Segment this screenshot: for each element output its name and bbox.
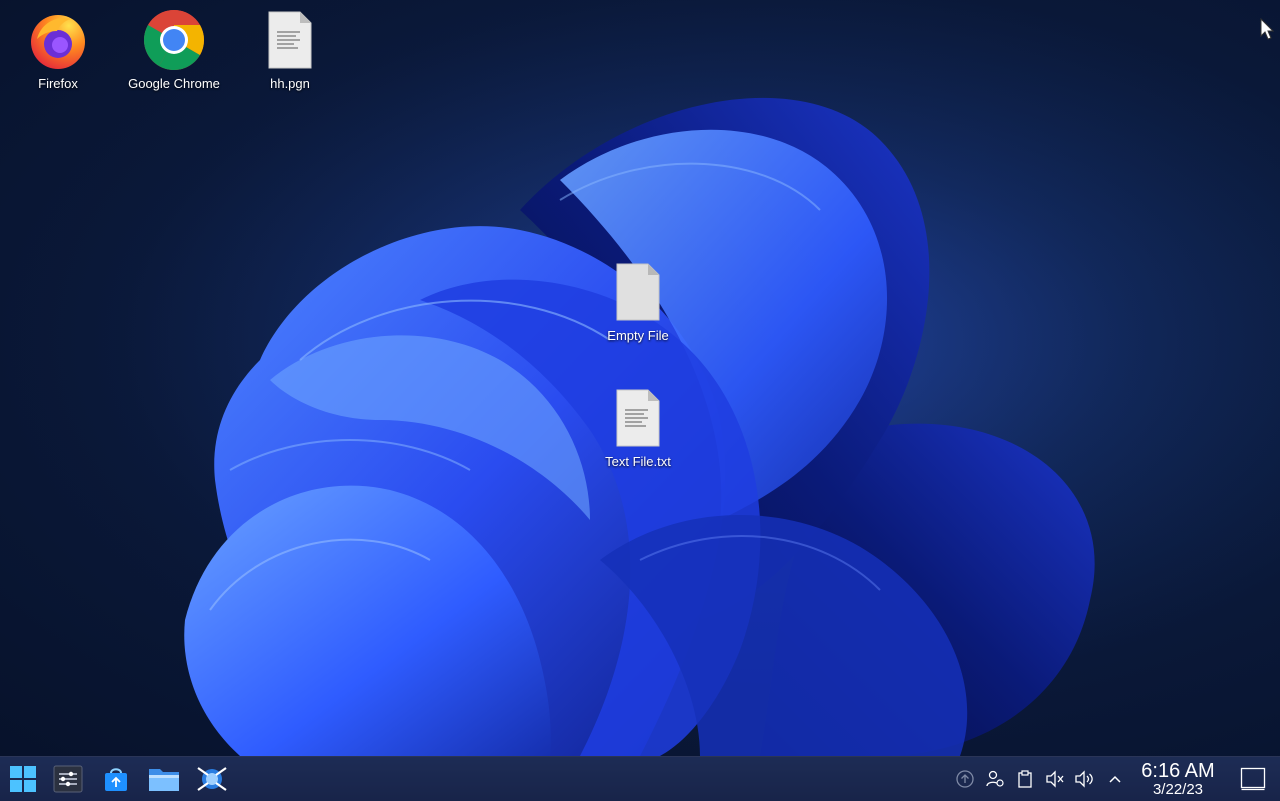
taskbar: 6:16 AM 3/22/23 bbox=[0, 756, 1280, 801]
firefox-icon bbox=[26, 8, 90, 72]
desktop-icon-empty-file[interactable]: Empty File bbox=[583, 260, 693, 343]
system-settings-button[interactable] bbox=[51, 763, 85, 795]
network-tool-icon bbox=[197, 767, 227, 791]
desktop-icon-google-chrome[interactable]: Google Chrome bbox=[119, 8, 229, 91]
desktop-icon-firefox[interactable]: Firefox bbox=[3, 8, 113, 91]
expand-tray-icon[interactable] bbox=[1103, 767, 1127, 791]
start-menu-icon bbox=[10, 766, 36, 792]
user-switch-icon[interactable] bbox=[983, 767, 1007, 791]
file-manager-button[interactable] bbox=[147, 763, 181, 795]
show-desktop-icon bbox=[1240, 767, 1266, 791]
desktop-icon-label: hh.pgn bbox=[270, 76, 310, 91]
desktop-icon-hh-pgn[interactable]: hh.pgn bbox=[235, 8, 345, 91]
software-store-button[interactable] bbox=[99, 763, 133, 795]
clock-time: 6:16 AM bbox=[1141, 760, 1215, 782]
software-store-icon bbox=[105, 768, 127, 791]
desktop-icon-text-file[interactable]: Text File.txt bbox=[583, 386, 693, 469]
show-desktop-button[interactable] bbox=[1240, 767, 1266, 791]
desktop-icon-label: Text File.txt bbox=[605, 454, 671, 469]
text-document-icon bbox=[606, 386, 670, 450]
mute-icon[interactable] bbox=[1043, 767, 1067, 791]
desktop-icon-label: Firefox bbox=[38, 76, 78, 91]
chrome-icon bbox=[142, 8, 206, 72]
desktop-icon-label: Google Chrome bbox=[128, 76, 220, 91]
volume-icon[interactable] bbox=[1073, 767, 1097, 791]
wallpaper-bloom bbox=[0, 0, 1280, 756]
system-settings-icon bbox=[53, 765, 83, 793]
desktop: Firefox Google Chrome hh.pgn Empty File … bbox=[0, 0, 1280, 756]
clock-date: 3/22/23 bbox=[1152, 781, 1204, 798]
start-menu-button[interactable] bbox=[6, 763, 40, 795]
system-tray bbox=[953, 765, 1133, 793]
clipboard-icon[interactable] bbox=[1013, 767, 1037, 791]
clock[interactable]: 6:16 AM 3/22/23 bbox=[1132, 760, 1224, 798]
file-manager-icon bbox=[149, 769, 179, 791]
blank-file-icon bbox=[606, 260, 670, 324]
text-document-icon bbox=[258, 8, 322, 72]
mouse-pointer-icon bbox=[1260, 18, 1274, 40]
network-tool-button[interactable] bbox=[195, 763, 229, 795]
updates-icon[interactable] bbox=[953, 767, 977, 791]
desktop-icon-label: Empty File bbox=[607, 328, 669, 343]
